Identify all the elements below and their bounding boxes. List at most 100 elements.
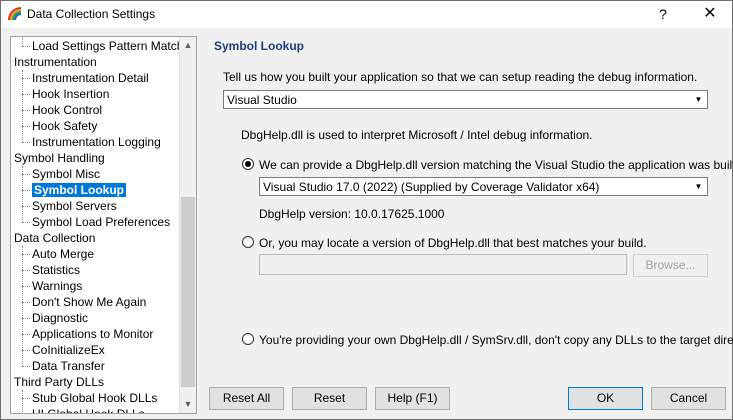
tree-item[interactable]: Warnings <box>32 278 82 294</box>
tree-item[interactable]: Symbol Load Preferences <box>32 214 170 230</box>
tree-group[interactable]: Symbol Handling <box>14 150 105 166</box>
tree-connector <box>22 94 30 95</box>
cancel-button[interactable]: Cancel <box>651 387 726 410</box>
tree-connector <box>22 398 30 399</box>
browse-button[interactable]: Browse... <box>633 254 708 277</box>
tree-connector <box>22 46 30 47</box>
tree-item[interactable]: Symbol Misc <box>32 166 100 182</box>
tree-connector <box>22 190 30 191</box>
chevron-down-icon: ▼ <box>694 95 703 104</box>
scroll-up-icon[interactable]: ▲ <box>180 37 196 54</box>
build-tool-value: Visual Studio <box>227 93 297 107</box>
tree-item-label: Hook Safety <box>32 119 98 133</box>
tree-connector <box>22 366 30 367</box>
tree-item[interactable]: UI Global Hook DLLs <box>32 406 145 414</box>
tree-item[interactable]: Stub Global Hook DLLs <box>32 390 157 406</box>
settings-dialog: Data Collection Settings ? ✕ Load Settin… <box>0 0 733 420</box>
tree-item[interactable]: Instrumentation Logging <box>32 134 161 150</box>
tree-group[interactable]: Instrumentation <box>14 54 97 70</box>
tree-connector <box>22 206 30 207</box>
tree-connector <box>22 318 30 319</box>
tree-item-label: Third Party DLLs <box>14 375 105 389</box>
scroll-thumb[interactable] <box>181 197 195 387</box>
tree-item[interactable]: Hook Control <box>32 102 102 118</box>
option2-radio[interactable] <box>242 236 254 248</box>
tree-item-label: CoInitializeEx <box>32 343 105 357</box>
tree-connector <box>22 70 23 142</box>
help-button[interactable]: Help (F1) <box>375 387 450 410</box>
tree-item-label: Don't Show Me Again <box>32 295 147 309</box>
tree-connector <box>22 286 30 287</box>
tree-item-label: Instrumentation <box>14 55 97 69</box>
option1-label[interactable]: We can provide a DbgHelp.dll version mat… <box>259 158 733 172</box>
tree-item-label: Symbol Misc <box>32 167 101 181</box>
window-title: Data Collection Settings <box>27 7 156 21</box>
tree-connector <box>22 254 30 255</box>
reset-all-button[interactable]: Reset All <box>209 387 284 410</box>
dbghelp-version-text: DbgHelp version: 10.0.17625.1000 <box>259 207 445 221</box>
chevron-down-icon: ▼ <box>694 182 703 191</box>
section-title: Symbol Lookup <box>214 39 304 53</box>
tree-item[interactable]: Symbol Servers <box>32 198 117 214</box>
option3-label[interactable]: You're providing your own DbgHelp.dll / … <box>259 333 733 347</box>
tree-item-label: Symbol Lookup <box>32 183 126 197</box>
tree-connector <box>22 302 30 303</box>
build-tool-select[interactable]: Visual Studio ▼ <box>223 90 708 109</box>
tree-item[interactable]: Symbol Lookup <box>32 182 126 198</box>
tree-item-label: Warnings <box>32 279 83 293</box>
reset-button[interactable]: Reset <box>292 387 367 410</box>
tree-item-label: Instrumentation Detail <box>32 71 149 85</box>
option3-radio[interactable] <box>242 333 254 345</box>
tree-scrollbar[interactable]: ▲ ▼ <box>179 37 196 413</box>
tree-connector <box>22 174 30 175</box>
help-title-button[interactable]: ? <box>651 5 675 23</box>
tree-item[interactable]: Hook Insertion <box>32 86 109 102</box>
title-bar: Data Collection Settings ? ✕ <box>1 1 732 28</box>
tree-item-label: Instrumentation Logging <box>32 135 161 149</box>
tree-connector <box>22 246 23 366</box>
tree-connector <box>22 142 30 143</box>
tree-item[interactable]: Diagnostic <box>32 310 88 326</box>
tree-item[interactable]: Auto Merge <box>32 246 94 262</box>
dbghelp-path-input[interactable] <box>259 254 627 275</box>
tree-connector <box>22 270 30 271</box>
tree-item[interactable]: Data Transfer <box>32 358 105 374</box>
tree-item[interactable]: Don't Show Me Again <box>32 294 146 310</box>
tree-item[interactable]: CoInitializeEx <box>32 342 105 358</box>
tree-connector <box>22 166 23 222</box>
tree-connector <box>22 350 30 351</box>
option2-label[interactable]: Or, you may locate a version of DbgHelp.… <box>259 236 647 250</box>
tree-group[interactable]: Third Party DLLs <box>14 374 104 390</box>
tree-connector <box>22 110 30 111</box>
tree-item-label: Data Collection <box>14 231 96 245</box>
tree-item[interactable]: Load Settings Pattern Match <box>32 38 183 54</box>
scroll-down-icon[interactable]: ▼ <box>180 396 196 413</box>
dbghelp-info-text: DbgHelp.dll is used to interpret Microso… <box>241 128 593 142</box>
tree-item-label: Hook Control <box>32 103 103 117</box>
tree-item-label: Diagnostic <box>32 311 89 325</box>
tree-connector <box>22 334 30 335</box>
close-button[interactable]: ✕ <box>691 3 729 25</box>
tree-group[interactable]: Data Collection <box>14 230 95 246</box>
ok-button[interactable]: OK <box>568 387 643 410</box>
option1-radio[interactable] <box>242 158 254 170</box>
tree-connector <box>22 222 30 223</box>
tree-item-label: Symbol Load Preferences <box>32 215 171 229</box>
tree-item[interactable]: Hook Safety <box>32 118 97 134</box>
tree-item-label: Symbol Handling <box>14 151 105 165</box>
tree-item[interactable]: Applications to Monitor <box>32 326 153 342</box>
vs-version-select[interactable]: Visual Studio 17.0 (2022) (Supplied by C… <box>259 177 708 196</box>
tree-item-label: Data Transfer <box>32 359 105 373</box>
tree-item[interactable]: Statistics <box>32 262 80 278</box>
app-icon <box>8 7 22 21</box>
tree-item-label: Applications to Monitor <box>32 327 154 341</box>
tree-item-label: Hook Insertion <box>32 87 110 101</box>
settings-tree[interactable]: Load Settings Pattern Match Instrumentati… <box>10 36 197 414</box>
tree-item[interactable]: Instrumentation Detail <box>32 70 149 86</box>
tree-item-label: Statistics <box>32 263 81 277</box>
tree-item-label: Stub Global Hook DLLs <box>32 391 158 405</box>
tree-connector <box>22 37 23 46</box>
tree-item-label: UI Global Hook DLLs <box>32 407 145 414</box>
tree-connector <box>22 390 23 413</box>
intro-text: Tell us how you built your application s… <box>223 70 698 84</box>
